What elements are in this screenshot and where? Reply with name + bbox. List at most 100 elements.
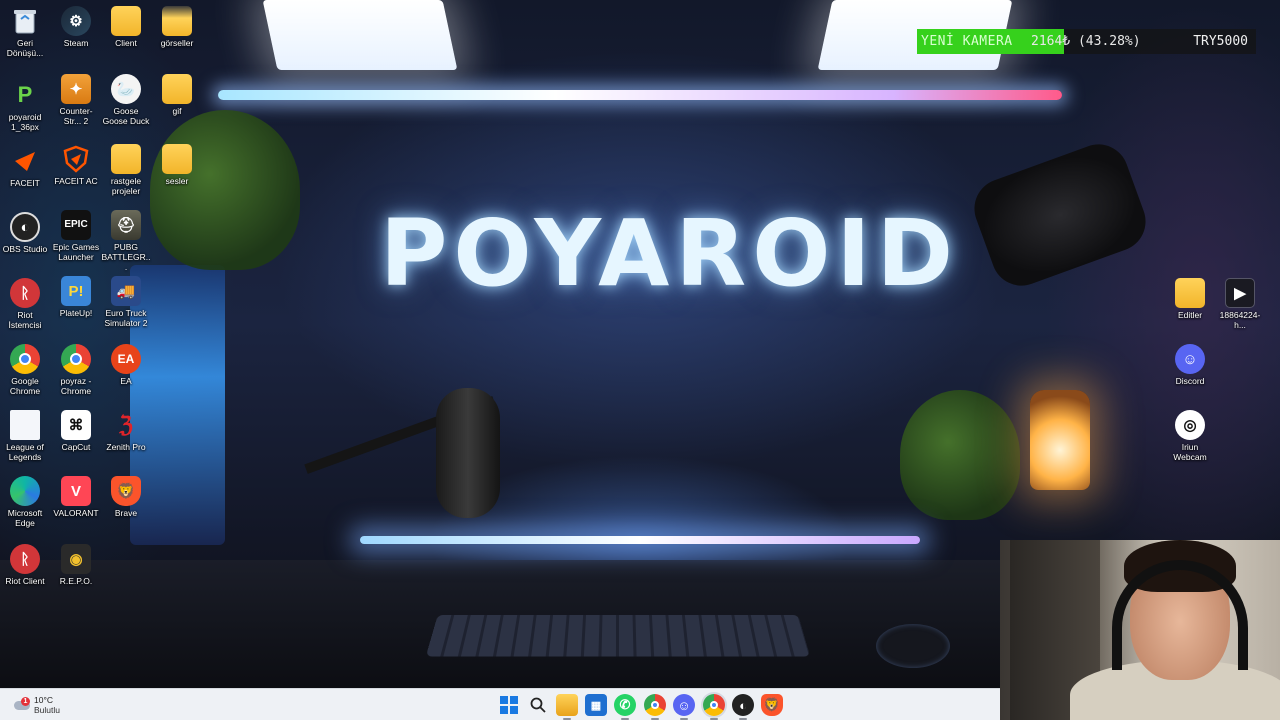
microsoft-store-button[interactable]: ▦: [585, 694, 607, 716]
folder-icon: [1175, 278, 1205, 308]
donation-goal-label: YENİ KAMERA: [921, 34, 1013, 49]
desktop-icon-plateup[interactable]: P! PlateUp!: [51, 272, 101, 318]
desktop-icon-league-of-legends[interactable]: League of Legends: [0, 406, 50, 462]
icon-label: PlateUp!: [59, 308, 93, 318]
weather-widget[interactable]: 1 10°C Bulutlu: [12, 693, 92, 717]
desktop-icon-video-file[interactable]: ▶ 18864224-h...: [1215, 274, 1265, 330]
icon-label: Editler: [1177, 310, 1203, 320]
desktop-icon-counter-strike[interactable]: ✦ Counter-Str... 2: [51, 70, 101, 126]
riot-icon: ᚱ: [10, 544, 40, 574]
desktop-icon-riot-istemcisi[interactable]: ᚱ Riot İstemcisi: [0, 274, 50, 330]
desktop-icon-steam[interactable]: ⚙ Steam: [51, 2, 101, 48]
icon-label: EA: [120, 376, 132, 386]
whatsapp-button[interactable]: ✆: [614, 694, 636, 720]
icon-label: görseller: [160, 38, 194, 48]
desktop-icon-poyaroid[interactable]: P poyaroid 1_36px: [0, 76, 50, 132]
desktop-icon-rastgele-projeler[interactable]: rastgele projeler: [101, 140, 151, 196]
video-file-icon: ▶: [1225, 278, 1255, 308]
icon-label: Microsoft Edge: [7, 508, 43, 528]
desktop-icon-poyraz-chrome[interactable]: poyraz - Chrome: [51, 340, 101, 396]
keyboard-decor: [425, 614, 811, 657]
icon-label: VALORANT: [53, 508, 99, 518]
brave-icon: 🦁: [111, 476, 141, 506]
icon-label: poyaroid 1_36px: [8, 112, 42, 132]
plateup-icon: P!: [61, 276, 91, 306]
desktop-icon-editler[interactable]: Editler: [1165, 274, 1215, 320]
obs-taskbar-button[interactable]: ◐: [732, 694, 754, 720]
desktop-icon-ea[interactable]: EA EA: [101, 340, 151, 386]
faceit-icon: [10, 146, 40, 176]
poyaroid-logo-icon: P: [17, 82, 33, 107]
lantern-decor: [1030, 390, 1090, 490]
icon-label: Brave: [114, 508, 138, 518]
icon-label: Steam: [63, 38, 89, 48]
icon-label: Zenith Pro: [106, 442, 146, 452]
camera-decor: [966, 135, 1154, 295]
brave-taskbar-button[interactable]: 🦁: [761, 694, 783, 716]
icon-label: Iriun Webcam: [1173, 442, 1207, 462]
desktop-icon-sesler[interactable]: sesler: [152, 140, 202, 186]
desktop-icon-pubg[interactable]: ⛑ PUBG BATTLEGR...: [101, 206, 151, 272]
search-button[interactable]: [527, 694, 549, 716]
desktop-icon-goose-goose-duck[interactable]: 🦢 Goose Goose Duck: [101, 70, 151, 126]
icon-label: Geri Dönüşü...: [6, 38, 44, 58]
icon-label: 18864224-h...: [1219, 310, 1261, 330]
icon-label: sesler: [165, 176, 189, 186]
microphone-decor: [436, 388, 500, 518]
wallpaper-title: POYAROID: [380, 200, 960, 307]
webcam-overlay: [1000, 540, 1280, 720]
desktop-icon-iriun-webcam[interactable]: ◎ Iriun Webcam: [1165, 406, 1215, 462]
icon-label: PUBG BATTLEGR...: [101, 242, 151, 272]
icon-label: FACEIT: [10, 178, 40, 188]
chrome-taskbar-button[interactable]: [644, 694, 666, 720]
icon-label: League of Legends: [6, 442, 44, 462]
folder-icon: [111, 6, 141, 36]
desktop-icon-google-chrome[interactable]: Google Chrome: [0, 340, 50, 396]
chrome-profile-taskbar-button[interactable]: [703, 694, 725, 720]
desktop-icon-brave[interactable]: 🦁 Brave: [101, 472, 151, 518]
file-explorer-button[interactable]: [556, 694, 578, 720]
desktop-icon-repo[interactable]: ◉ R.E.P.O.: [51, 540, 101, 586]
cloud-icon: 1: [12, 697, 30, 711]
desktop-icon-gif[interactable]: gif: [152, 70, 202, 116]
desktop-icon-zenith-pro[interactable]: ℨ Zenith Pro: [101, 406, 151, 452]
icon-label: OBS Studio: [2, 244, 48, 254]
webcam-icon: ◎: [1175, 410, 1205, 440]
plant-decor: [900, 390, 1020, 520]
epic-games-icon: EPIC: [61, 210, 91, 240]
discord-icon: ☺: [1175, 344, 1205, 374]
plant-decor: [150, 110, 300, 270]
desktop-icon-valorant[interactable]: V VALORANT: [51, 472, 101, 518]
desktop-icon-capcut[interactable]: ⌘ CapCut: [51, 406, 101, 452]
desktop-icon-recycle-bin[interactable]: Geri Dönüşü...: [0, 2, 50, 58]
desktop-icon-gorseller[interactable]: görseller: [152, 2, 202, 48]
desktop-icon-faceit-ac[interactable]: FACEIT AC: [51, 140, 101, 186]
icon-label: FACEIT AC: [54, 176, 98, 186]
folder-icon: [162, 74, 192, 104]
icon-label: CapCut: [61, 442, 91, 452]
pubg-icon: ⛑: [111, 210, 141, 240]
donation-amount: 2164₺ (43.28%): [1031, 34, 1141, 49]
start-button[interactable]: [498, 694, 520, 716]
truck-icon: 🚚: [111, 276, 141, 306]
desktop-icon-riot-client[interactable]: ᚱ Riot Client: [0, 540, 50, 586]
icon-label: Riot Client: [5, 576, 45, 586]
folder-icon: [162, 6, 192, 36]
obs-icon: ◐: [10, 212, 40, 242]
desktop-icon-euro-truck[interactable]: 🚚 Euro Truck Simulator 2: [101, 272, 151, 328]
icon-label: Epic Games Launcher: [52, 242, 100, 262]
ea-icon: EA: [111, 344, 141, 374]
weather-description: Bulutlu: [34, 705, 60, 715]
discord-taskbar-button[interactable]: ☺: [673, 694, 695, 720]
icon-label: Euro Truck Simulator 2: [104, 308, 148, 328]
icon-label: rastgele projeler: [110, 176, 142, 196]
desktop-icon-faceit[interactable]: FACEIT: [0, 142, 50, 188]
goose-icon: 🦢: [111, 74, 141, 104]
weather-temperature: 10°C: [34, 695, 53, 705]
desktop-icon-microsoft-edge[interactable]: Microsoft Edge: [0, 472, 50, 528]
neon-light-bar: [218, 90, 1062, 100]
desktop-icon-obs[interactable]: ◐ OBS Studio: [0, 208, 50, 254]
desktop-icon-epic-games[interactable]: EPIC Epic Games Launcher: [51, 206, 101, 262]
desktop-icon-discord[interactable]: ☺ Discord: [1165, 340, 1215, 386]
desktop-icon-client[interactable]: Client: [101, 2, 151, 48]
